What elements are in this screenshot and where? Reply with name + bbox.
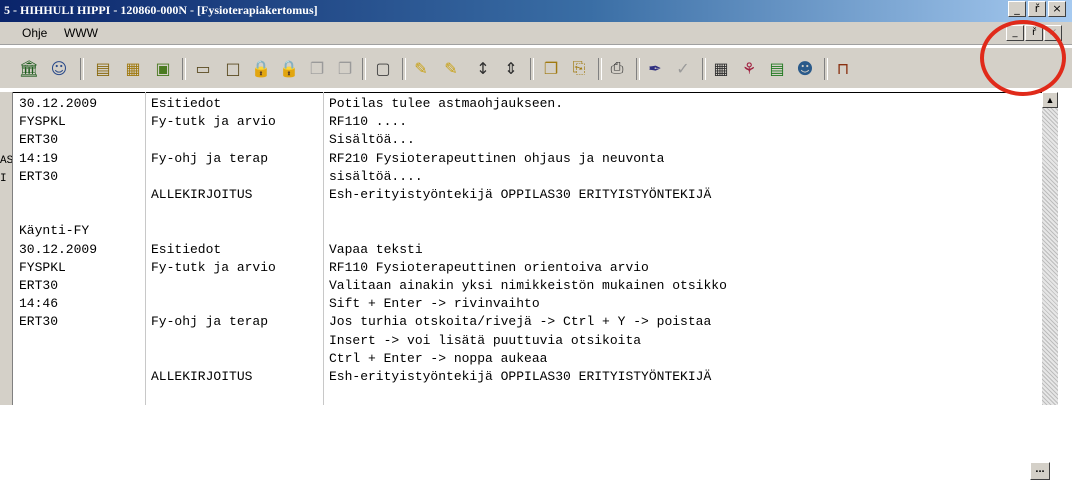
clipboard-icon[interactable]: ⎘ — [568, 58, 590, 78]
cell-c3: Potilas tulee astmaohjaukseen. — [329, 96, 564, 111]
book-icon[interactable]: ▤ — [92, 58, 114, 78]
table-green-icon[interactable]: ▤ — [766, 58, 788, 78]
annotation-circle — [980, 20, 1066, 96]
check-icon: ✓ — [676, 58, 690, 78]
cell-c1: ERT30 — [19, 168, 59, 184]
pen-icon[interactable]: ✒ — [644, 58, 666, 78]
lock-disabled-icon: 🔒 — [279, 58, 299, 78]
column-divider — [145, 92, 146, 405]
record-table: 30.12.2009 Esitiedot Potilas tulee astmaoh… — [12, 92, 1050, 480]
menu-ohje[interactable]: Ohje — [22, 26, 47, 40]
exit-icon[interactable]: ⊓ — [832, 58, 854, 78]
cell-c1: 30.12.2009 — [19, 241, 98, 257]
cell-c3: Insert -> voi lisätä puuttuvia otsikoita — [329, 332, 642, 348]
toolbar-separator — [402, 58, 406, 80]
copy2-icon[interactable]: ❐ — [540, 58, 562, 78]
cell-c1: 30.12.2009 — [19, 96, 98, 111]
cell-c3: Ctrl + Enter -> noppa aukeaa — [329, 350, 548, 366]
window-controls: _ ř × — [1008, 1, 1066, 17]
cell-c1: ERT30 — [19, 314, 59, 330]
cell-c2: Esitiedot — [151, 96, 222, 111]
cell-c3: RF210 Fysioterapeuttinen ohjaus ja neuvo… — [329, 150, 665, 166]
cell-c3: RF110 Fysioterapeuttinen orientoiva arvi… — [329, 259, 649, 275]
paste-icon: ❐ — [337, 58, 353, 78]
close-button[interactable]: × — [1048, 1, 1066, 17]
toolbar-separator — [182, 58, 186, 80]
cell-c2: Fy-ohj ja terap — [151, 150, 269, 166]
cell-c3: Vapaa teksti — [329, 241, 423, 257]
title-bar: 5 - HIHHULI HIPPI - 120860-000N - [Fysio… — [0, 0, 1072, 22]
folder-icon[interactable]: ▣ — [152, 58, 174, 78]
cell-c1: 14:46 — [19, 296, 59, 312]
toolbar: 🏛 ☺ ▤ ▦ ▣ ▭ □ 🔒 🔒 ❐ ❐ ▢ ✎ ✎ ↕ ⇕ ❐ ⎘ ⎙ ✒ … — [0, 48, 1072, 88]
cell-c3: Esh-erityistyöntekijä OPPILAS30 ERITYIST… — [329, 187, 712, 202]
cell-c2: ALLEKIRJOITUS — [151, 369, 253, 384]
cell-c2: Esitiedot — [151, 241, 222, 257]
left-gutter: AS I — [0, 92, 13, 405]
vertical-scrollbar[interactable] — [1042, 92, 1058, 405]
person-book-icon[interactable]: ☻ — [794, 58, 816, 78]
lock-icon[interactable]: 🔒 — [250, 58, 272, 78]
cell-c2: Fy-ohj ja terap — [151, 314, 269, 330]
toolbar-separator — [362, 58, 366, 80]
scroll-up-button[interactable]: ▲ — [1042, 92, 1058, 108]
cell-c1: FYSPKL — [19, 259, 66, 275]
right-edge — [1058, 92, 1072, 405]
copy-icon: ❐ — [309, 58, 325, 78]
column-divider — [323, 92, 324, 405]
gutter-label: I — [0, 173, 7, 185]
cell-c1: FYSPKL — [19, 114, 66, 130]
cell-c3: Valitaan ainakin yksi nimikkeistön mukai… — [329, 278, 727, 293]
cell-c1: 14:19 — [19, 150, 59, 166]
toolbar-separator — [636, 58, 640, 80]
toolbar-separator — [530, 58, 534, 80]
plant-icon[interactable]: ⚘ — [738, 58, 760, 78]
cell-c3: RF110 .... — [329, 114, 408, 130]
insert-row-icon[interactable]: ↕ — [472, 58, 494, 78]
document-icon[interactable]: □ — [222, 58, 244, 78]
cell-c3: sisältöä.... — [329, 168, 423, 184]
highlight-icon[interactable]: ✎ — [410, 58, 432, 78]
toolbar-separator — [824, 58, 828, 80]
window-title: 5 - HIHHULI HIPPI - 120860-000N - [Fysio… — [4, 3, 318, 17]
table-top-border — [13, 92, 1043, 93]
cell-c1: ERT30 — [19, 278, 59, 293]
cell-c3: Sisältöä... — [329, 132, 415, 148]
building-icon[interactable]: 🏛 — [18, 58, 40, 78]
cell-c2: Fy-tutk ja arvio — [151, 114, 276, 130]
print-icon[interactable]: ⎙ — [606, 58, 628, 78]
cell-c1: Käynti-FY — [19, 223, 90, 239]
cell-c2: ALLEKIRJOITUS — [151, 187, 253, 202]
minimize-button[interactable]: _ — [1008, 1, 1026, 17]
cell-c3: Jos turhia otskoita/rivejä -> Ctrl + Y -… — [329, 314, 712, 330]
menu-www[interactable]: WWW — [64, 26, 98, 40]
menu-bar: Ohje WWW _ ř × — [0, 22, 1072, 45]
toolbar-separator — [80, 58, 84, 80]
table-icon[interactable]: ▦ — [122, 58, 144, 78]
toolbar-separator — [598, 58, 602, 80]
cell-c1: ERT30 — [19, 132, 59, 148]
toolbar-separator — [702, 58, 706, 80]
cell-c3: Esh-erityistyöntekijä OPPILAS30 ERITYIST… — [329, 369, 712, 384]
form-icon[interactable]: ▢ — [372, 58, 394, 78]
cell-c3: Sift + Enter -> rivinvaihto — [329, 296, 540, 312]
page-icon[interactable]: ▭ — [192, 58, 214, 78]
highlight-arrow-icon[interactable]: ✎ — [440, 58, 462, 78]
cell-c2: Fy-tutk ja arvio — [151, 259, 276, 275]
calculator-icon[interactable]: ▦ — [710, 58, 732, 78]
more-button[interactable]: ... — [1030, 462, 1050, 480]
delete-row-icon[interactable]: ⇕ — [500, 58, 522, 78]
restore-button[interactable]: ř — [1028, 1, 1046, 17]
person-icon[interactable]: ☺ — [48, 58, 70, 78]
